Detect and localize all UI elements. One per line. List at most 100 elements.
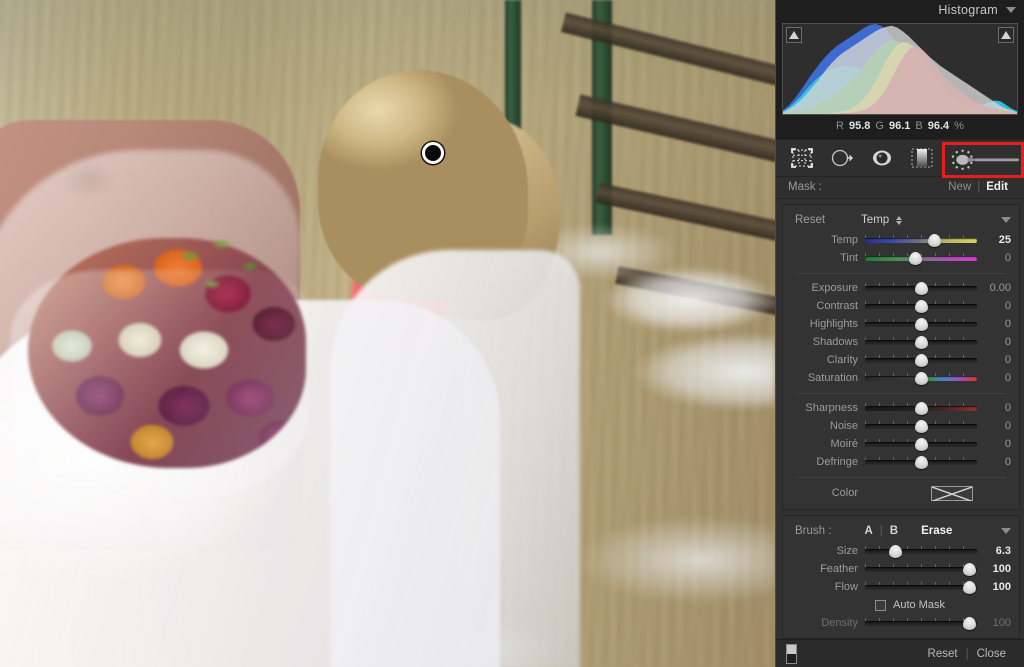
exposure-slider-row[interactable]: Exposure 0.00 [783,279,1019,297]
adjustment-brush-tool[interactable] [942,142,1024,179]
density-value[interactable]: 100 [977,617,1011,629]
contrast-value[interactable]: 0 [977,300,1011,312]
updown-stepper-icon[interactable] [896,215,903,225]
clarity-slider-row[interactable]: Clarity 0 [783,351,1019,369]
brush-erase-button[interactable]: Erase [921,525,952,537]
highlights-value[interactable]: 0 [977,318,1011,330]
effect-preset-selector[interactable]: Temp [861,214,903,227]
slider-bar [865,584,977,590]
crop-overlay-tool[interactable] [782,143,822,173]
graduated-filter-tool[interactable] [902,143,942,173]
noise-slider-track[interactable] [865,419,977,433]
density-slider-track[interactable] [865,616,977,630]
flow-slider-row[interactable]: Flow 100 [783,578,1019,596]
defringe-slider-row[interactable]: Defringe 0 [783,453,1019,471]
contrast-slider-row[interactable]: Contrast 0 [783,297,1019,315]
density-slider-row[interactable]: Density 100 [783,614,1019,632]
shadows-slider-handle[interactable] [914,335,928,349]
red-eye-correction-tool[interactable] [862,143,902,173]
flow-label: Flow [834,581,858,594]
size-slider-track[interactable] [865,544,977,558]
histogram-chart[interactable] [782,23,1018,116]
reset-effect-button[interactable]: Reset [795,214,825,226]
chevron-down-icon[interactable] [1001,528,1011,535]
spot-removal-tool[interactable] [822,143,862,173]
tint-slider-handle[interactable] [908,251,922,265]
flow-value[interactable]: 100 [977,581,1011,593]
brush-b-button[interactable]: B [883,525,905,537]
tint-slider-row[interactable]: Tint 0 [783,249,1019,267]
close-button[interactable]: Close [969,648,1014,660]
reset-button[interactable]: Reset [920,648,966,660]
temp-slider-track[interactable] [865,233,977,247]
mask-new-button[interactable]: New [942,181,977,193]
saturation-slider-handle[interactable] [914,371,928,385]
exposure-value[interactable]: 0.00 [977,282,1011,294]
auto-mask-checkbox[interactable] [875,599,886,611]
highlights-slider-track[interactable] [865,317,977,331]
exposure-slider-handle[interactable] [914,281,928,295]
saturation-slider-track[interactable] [865,371,977,385]
moir-label: Moiré [830,438,858,451]
color-row: Color [783,483,1019,503]
exposure-slider-track[interactable] [865,281,977,295]
divider [795,477,1007,479]
clarity-slider-track[interactable] [865,353,977,367]
defringe-value[interactable]: 0 [977,456,1011,468]
highlight-clipping-button[interactable] [998,27,1014,44]
noise-slider-handle[interactable] [914,419,928,433]
contrast-slider-handle[interactable] [914,299,928,313]
flow-slider-track[interactable] [865,580,977,594]
shadows-value[interactable]: 0 [977,336,1011,348]
defringe-slider-track[interactable] [865,455,977,469]
noise-slider-row[interactable]: Noise 0 [783,417,1019,435]
tint-slider-track[interactable] [865,251,977,265]
sharpness-slider-handle[interactable] [914,401,928,415]
saturation-slider-row[interactable]: Saturation 0 [783,369,1019,387]
saturation-value[interactable]: 0 [977,372,1011,384]
panel-switch-icon[interactable] [786,643,797,664]
histogram-panel-header[interactable]: Histogram [776,0,1024,21]
clarity-value[interactable]: 0 [977,354,1011,366]
slider-bar [865,237,977,243]
sharpness-value[interactable]: 0 [977,402,1011,414]
shadows-slider-track[interactable] [865,335,977,349]
moir-slider-row[interactable]: Moiré 0 [783,435,1019,453]
chevron-down-icon[interactable] [1006,7,1016,14]
sharpness-slider-row[interactable]: Sharpness 0 [783,399,1019,417]
effect-preset-label: Temp [861,214,890,227]
photo-canvas[interactable] [0,0,775,667]
size-value[interactable]: 6.3 [977,545,1011,557]
temp-value[interactable]: 25 [977,234,1011,246]
size-slider-row[interactable]: Size 6.3 [783,542,1019,560]
noise-value[interactable]: 0 [977,420,1011,432]
mask-edit-button[interactable]: Edit [980,181,1014,193]
auto-mask-row[interactable]: Auto Mask [783,596,1019,614]
no-color-swatch-icon[interactable] [931,485,973,501]
moir-slider-track[interactable] [865,437,977,451]
tint-value[interactable]: 0 [977,252,1011,264]
contrast-slider-track[interactable] [865,299,977,313]
sharpness-slider-track[interactable] [865,401,977,415]
clarity-slider-handle[interactable] [914,353,928,367]
brush-pin-icon[interactable] [422,142,444,164]
feather-slider-handle[interactable] [962,562,976,576]
size-slider-handle[interactable] [888,544,902,558]
temp-slider-row[interactable]: Temp 25 [783,231,1019,249]
defringe-slider-handle[interactable] [914,455,928,469]
moir-slider-handle[interactable] [914,437,928,451]
highlights-slider-handle[interactable] [914,317,928,331]
feather-slider-row[interactable]: Feather 100 [783,560,1019,578]
feather-slider-track[interactable] [865,562,977,576]
slider-ticks [865,235,977,239]
density-slider-handle[interactable] [962,616,976,630]
brush-a-button[interactable]: A [857,525,879,537]
highlights-slider-row[interactable]: Highlights 0 [783,315,1019,333]
feather-value[interactable]: 100 [977,563,1011,575]
shadows-slider-row[interactable]: Shadows 0 [783,333,1019,351]
temp-slider-handle[interactable] [927,233,941,247]
shadow-clipping-button[interactable] [786,27,802,44]
chevron-down-icon[interactable] [1001,217,1011,224]
flow-slider-handle[interactable] [962,580,976,594]
moir-value[interactable]: 0 [977,438,1011,450]
